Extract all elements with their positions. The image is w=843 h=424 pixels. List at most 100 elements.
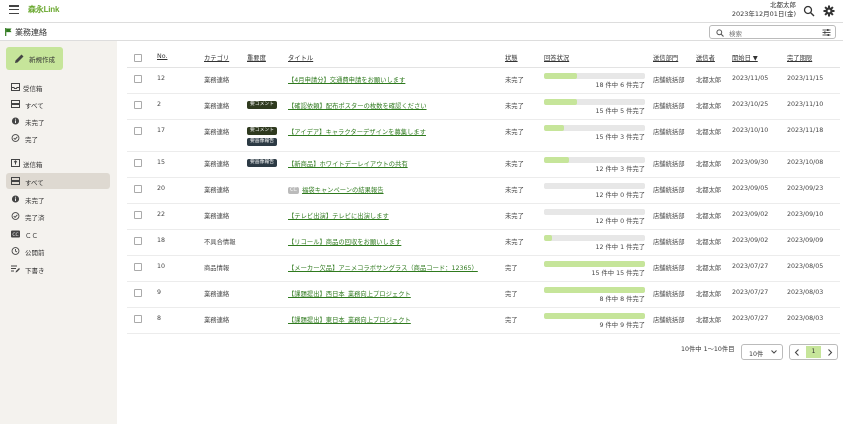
pencil-icon: [15, 54, 24, 63]
outbox-cc-label: ＣＣ: [25, 232, 38, 240]
table-row[interactable]: 8 業務連絡 【課題提出】東日本_業務向上プロジェクト 完了 9 件中 9 件完了 店舗統…: [127, 308, 840, 334]
row-checkbox[interactable]: [134, 127, 142, 135]
row-due-date: 2023/08/05: [787, 263, 824, 270]
row-title-link[interactable]: 福袋キャンペーンの結果報告: [302, 187, 384, 194]
row-status: 完了: [505, 317, 518, 324]
row-checkbox[interactable]: [134, 237, 142, 245]
row-checkbox[interactable]: [134, 263, 142, 271]
search-icon[interactable]: [803, 5, 815, 17]
info-icon: [11, 195, 20, 203]
row-title-link[interactable]: 【メーカー欠品】アニメコラボサングラス（商品コード：12365）: [288, 265, 478, 272]
row-status: 未完了: [505, 239, 524, 246]
outbox-label: 送信箱: [23, 161, 43, 169]
row-status: 完了: [505, 265, 518, 272]
col-no[interactable]: No.: [157, 53, 167, 60]
row-status: 完了: [505, 291, 518, 298]
row-title-link[interactable]: 【テレビ出演】テレビに出演します: [288, 213, 389, 220]
outbox-incomplete-item[interactable]: 未完了: [6, 191, 110, 207]
response-progress-bar: [544, 157, 645, 163]
row-checkbox[interactable]: [134, 185, 142, 193]
table-row[interactable]: 22 業務連絡 【テレビ出演】テレビに出演します 未完了 12 件中 0 件完了 店舗統括…: [127, 204, 840, 230]
inbox-complete-label: 完了: [25, 136, 38, 144]
inbox-incomplete-label: 未完了: [25, 119, 45, 127]
row-dept: 店舗統括部: [653, 129, 685, 136]
row-status: 未完了: [505, 77, 524, 84]
row-title-link[interactable]: 【4月申請分】交通費申請をお願いします: [288, 77, 405, 84]
outbox-cc-item[interactable]: CC ＣＣ: [6, 226, 110, 242]
filter-settings-icon[interactable]: [822, 28, 831, 37]
outbox-prepublish-item[interactable]: 公開前: [6, 243, 110, 259]
col-dept[interactable]: 送信部門: [653, 53, 678, 62]
table-row[interactable]: 20 業務連絡 CC 福袋キャンペーンの結果報告 未完了 12 件中 0 件完了 店舗統括部…: [127, 178, 840, 204]
col-sender[interactable]: 送信者: [696, 53, 715, 62]
per-page-select[interactable]: 10件: [741, 344, 783, 360]
inbox-section-header[interactable]: 受信箱: [6, 79, 110, 95]
inbox-incomplete-item[interactable]: 未完了: [6, 113, 110, 129]
pagination-summary: 10件中 1〜10件目: [681, 346, 735, 353]
inbox-complete-item[interactable]: 完了: [6, 130, 110, 146]
row-start-date: 2023/11/05: [732, 75, 769, 82]
gear-icon[interactable]: [823, 5, 835, 17]
table-row[interactable]: 18 不具合情報 【リコール】商品の回収をお願いします 未完了 12 件中 1 件完了 店…: [127, 230, 840, 256]
table-row[interactable]: 9 業務連絡 【課題提出】西日本_業務向上プロジェクト 完了 8 件中 8 件完了 店舗統…: [127, 282, 840, 308]
table-row[interactable]: 17 業務連絡 要コメント 要画像報告 【アイデア】キャラクターデザインを募集します 未完…: [127, 120, 840, 152]
inbox-all-item[interactable]: すべて: [6, 96, 110, 112]
row-status: 未完了: [505, 187, 524, 194]
col-priority[interactable]: 重要度: [247, 53, 266, 62]
outbox-draft-item[interactable]: 下書き: [6, 261, 110, 277]
outbox-all-item[interactable]: すべて: [6, 173, 110, 189]
row-title-link[interactable]: 【課題提出】東日本_業務向上プロジェクト: [288, 317, 411, 324]
row-sender: 北都太郎: [696, 103, 722, 110]
chevron-right-icon[interactable]: [827, 349, 833, 356]
row-number: 15: [157, 159, 166, 166]
table-row[interactable]: 15 業務連絡 要画像報告 【新商品】ホワイトデーレイアウトの共有 未完了 12 件中 3…: [127, 152, 840, 178]
app-logo[interactable]: 森永Link: [28, 4, 59, 15]
row-title-link[interactable]: 【アイデア】キャラクターデザインを募集します: [288, 129, 426, 136]
search-input[interactable]: 検索: [709, 25, 836, 39]
row-checkbox[interactable]: [134, 159, 142, 167]
table-row[interactable]: 12 業務連絡 【4月申請分】交通費申請をお願いします 未完了 18 件中 6 件完了 店…: [127, 68, 840, 94]
table-row[interactable]: 10 商品情報 【メーカー欠品】アニメコラボサングラス（商品コード：12365） 完了…: [127, 256, 840, 282]
current-page-button[interactable]: 1: [806, 346, 821, 358]
col-due-date[interactable]: 完了期限: [787, 53, 812, 62]
row-title-link[interactable]: 【リコール】商品の回収をお願いします: [288, 239, 401, 246]
title-bar: 業務連絡 検索: [0, 22, 843, 41]
row-title-link[interactable]: 【課題提出】西日本_業務向上プロジェクト: [288, 291, 411, 298]
search-icon: [716, 29, 724, 37]
row-checkbox[interactable]: [134, 101, 142, 109]
row-status: 未完了: [505, 161, 524, 168]
row-checkbox[interactable]: [134, 315, 142, 323]
response-progress-bar: [544, 125, 645, 131]
row-checkbox[interactable]: [134, 289, 142, 297]
cc-icon: CC: [11, 230, 20, 238]
col-status[interactable]: 状態: [505, 53, 518, 62]
row-due-date: 2023/08/03: [787, 315, 824, 322]
row-checkbox[interactable]: [134, 75, 142, 83]
new-create-button[interactable]: 新規作成: [6, 47, 63, 70]
row-status: 未完了: [505, 213, 524, 220]
check-circle-icon: [11, 134, 20, 142]
col-category[interactable]: カテゴリ: [204, 53, 229, 62]
col-title[interactable]: タイトル: [288, 53, 313, 62]
row-checkbox[interactable]: [134, 211, 142, 219]
progress-fill: [544, 125, 565, 131]
progress-fill: [544, 261, 645, 267]
col-response[interactable]: 回答状況: [544, 53, 569, 62]
col-start-date[interactable]: 開始日 ▼: [732, 53, 758, 62]
outbox-complete-item[interactable]: 完了済: [6, 208, 110, 224]
row-sender: 北都太郎: [696, 129, 722, 136]
chevron-left-icon[interactable]: [794, 349, 800, 356]
select-all-checkbox[interactable]: [134, 54, 142, 62]
search-placeholder: 検索: [729, 30, 742, 38]
row-category: 業務連絡: [204, 129, 230, 136]
row-dept: 店舗統括部: [653, 317, 685, 324]
menu-icon[interactable]: [9, 5, 19, 14]
row-category: 業務連絡: [204, 77, 230, 84]
table-row[interactable]: 2 業務連絡 要コメント 【確認依頼】配布ポスターの枚数を確認ください 未完了 15 件中…: [127, 94, 840, 120]
row-title-link[interactable]: 【確認依頼】配布ポスターの枚数を確認ください: [288, 103, 427, 110]
row-category: 業務連絡: [204, 213, 230, 220]
row-dept: 店舗統括部: [653, 291, 685, 298]
row-title-link[interactable]: 【新商品】ホワイトデーレイアウトの共有: [288, 161, 408, 168]
row-due-date: 2023/09/23: [787, 185, 824, 192]
outbox-section-header[interactable]: 送信箱: [6, 155, 110, 171]
